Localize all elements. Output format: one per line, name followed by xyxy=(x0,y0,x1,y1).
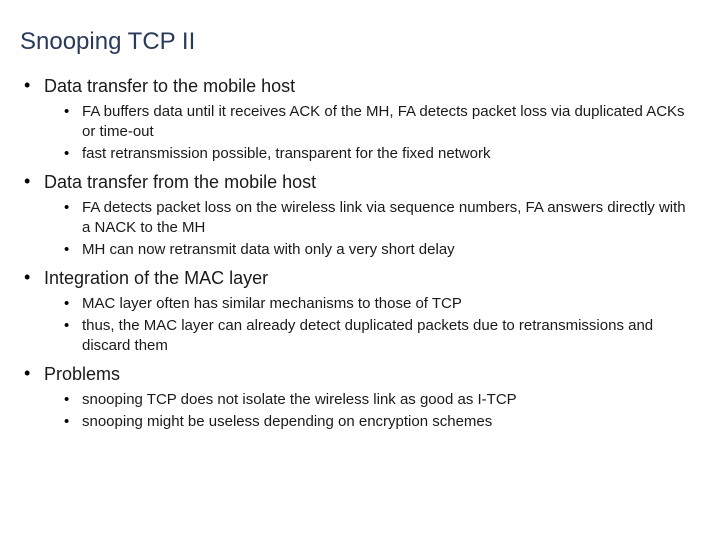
sub-list: MAC layer often has similar mechanisms t… xyxy=(44,294,692,356)
slide-title: Snooping TCP II xyxy=(20,28,692,56)
sub-list: snooping TCP does not isolate the wirele… xyxy=(44,390,692,432)
bullet-list: Data transfer to the mobile host FA buff… xyxy=(20,74,692,432)
section-data-transfer-to: Data transfer to the mobile host FA buff… xyxy=(20,74,692,164)
sub-list: FA buffers data until it receives ACK of… xyxy=(44,102,692,164)
section-integration-mac: Integration of the MAC layer MAC layer o… xyxy=(20,266,692,356)
sub-item: FA buffers data until it receives ACK of… xyxy=(64,102,692,142)
section-heading: Data transfer from the mobile host xyxy=(44,170,692,194)
section-data-transfer-from: Data transfer from the mobile host FA de… xyxy=(20,170,692,260)
sub-item: snooping TCP does not isolate the wirele… xyxy=(64,390,692,410)
sub-item: thus, the MAC layer can already detect d… xyxy=(64,316,692,356)
sub-item: snooping might be useless depending on e… xyxy=(64,412,692,432)
slide: Snooping TCP II Data transfer to the mob… xyxy=(0,0,720,540)
sub-item: MH can now retransmit data with only a v… xyxy=(64,240,692,260)
section-heading: Integration of the MAC layer xyxy=(44,266,692,290)
sub-item: fast retransmission possible, transparen… xyxy=(64,144,692,164)
sub-list: FA detects packet loss on the wireless l… xyxy=(44,198,692,260)
section-heading: Problems xyxy=(44,362,692,386)
section-problems: Problems snooping TCP does not isolate t… xyxy=(20,362,692,432)
sub-item: MAC layer often has similar mechanisms t… xyxy=(64,294,692,314)
section-heading: Data transfer to the mobile host xyxy=(44,74,692,98)
sub-item: FA detects packet loss on the wireless l… xyxy=(64,198,692,238)
